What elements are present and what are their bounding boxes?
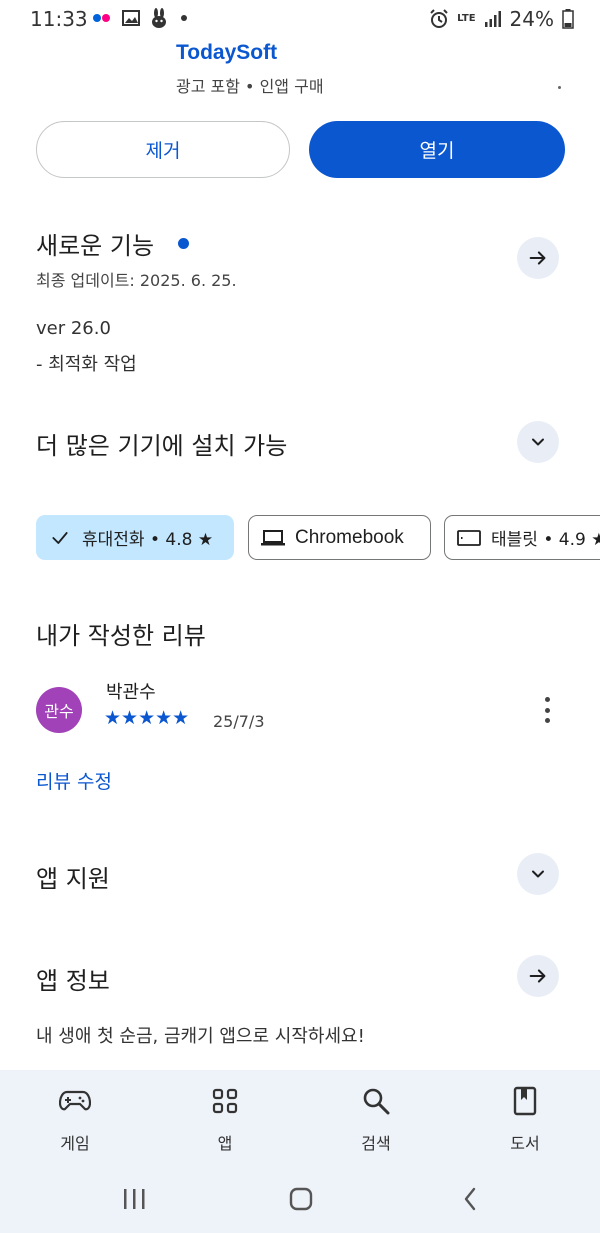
chevron-down-icon	[532, 438, 544, 446]
app-meta: 광고 포함 • 인앱 구매	[176, 77, 324, 96]
battery-icon	[562, 9, 574, 29]
rating-stars: ★★★★★	[104, 707, 190, 729]
back-button	[464, 1187, 476, 1211]
dot-icon	[181, 15, 187, 21]
check-icon	[48, 526, 72, 550]
arrow-right-icon	[529, 969, 546, 983]
edit-review-link[interactable]: 리뷰 수정	[36, 767, 112, 794]
app-info-arrow-button[interactable]	[517, 955, 559, 997]
device-chip-tablet[interactable]: 태블릿 • 4.9 ★	[444, 515, 600, 560]
devices-expand-button[interactable]	[517, 421, 559, 463]
version-text: ver 26.0	[36, 318, 111, 339]
flickr-icon	[93, 14, 110, 22]
my-review-title: 내가 작성한 리뷰	[36, 622, 206, 650]
app-info-title: 앱 정보	[36, 967, 110, 995]
last-updated: 최종 업데이트: 2025. 6. 25.	[36, 271, 237, 290]
device-chip-chromebook[interactable]: Chromebook	[248, 515, 431, 560]
app-name-link[interactable]: TodaySoft	[176, 41, 277, 65]
devices-title: 더 많은 기기에 설치 가능	[36, 432, 288, 460]
nav-item-games[interactable]: 게임	[35, 1084, 115, 1154]
alarm-icon	[430, 9, 448, 28]
battery-percent: 24%	[509, 7, 554, 31]
device-chip-label: Chromebook	[295, 526, 404, 548]
notification-icons	[92, 8, 190, 28]
device-chip-phone[interactable]: 휴대전화 • 4.8 ★	[36, 515, 234, 560]
nav-label-books: 도서	[510, 1134, 540, 1153]
rabbit-icon	[152, 8, 166, 28]
whats-new-arrow-button[interactable]	[517, 237, 559, 279]
arrow-right-icon	[529, 251, 546, 265]
gamepad-icon	[58, 1084, 92, 1118]
decorative-dot	[558, 86, 561, 89]
signal-icon	[484, 11, 501, 27]
tablet-icon	[457, 526, 481, 550]
status-right: LTE 24%	[429, 7, 574, 31]
app-support-expand-button[interactable]	[517, 853, 559, 895]
status-time: 11:33	[30, 7, 88, 31]
chevron-down-icon	[532, 870, 544, 878]
gallery-icon	[122, 10, 140, 26]
device-chip-label: 휴대전화 • 4.8 ★	[82, 530, 214, 550]
whats-new-title: 새로운 기능	[36, 232, 155, 260]
recent-apps-button	[124, 1189, 145, 1209]
version-note: - 최적화 작업	[36, 354, 137, 375]
nav-item-books[interactable]: 도서	[485, 1084, 565, 1154]
app-support-title: 앱 지원	[36, 865, 110, 893]
app-description: 내 생애 첫 순금, 금캐기 앱으로 시작하세요!	[36, 1026, 365, 1047]
book-icon	[508, 1084, 542, 1118]
network-type: LTE	[457, 13, 476, 24]
open-button[interactable]: 열기	[309, 121, 565, 178]
nav-label-search: 검색	[361, 1134, 391, 1153]
bottom-nav: 게임 앱 검색 도서	[0, 1070, 600, 1233]
nav-item-search[interactable]: 검색	[336, 1084, 416, 1154]
more-options-icon[interactable]	[537, 695, 557, 725]
remove-button[interactable]: 제거	[36, 121, 290, 178]
status-bar: 11:33 LTE 24%	[0, 0, 600, 36]
system-nav-bar	[124, 1187, 476, 1211]
nav-label-apps: 앱	[217, 1134, 233, 1153]
laptop-icon	[261, 526, 285, 550]
review-date: 25/7/3	[213, 712, 265, 731]
reviewer-name: 박관수	[106, 682, 156, 703]
nav-item-apps[interactable]: 앱	[185, 1084, 265, 1154]
nav-label-games: 게임	[60, 1134, 90, 1153]
avatar: 관수	[36, 687, 82, 733]
search-icon	[359, 1084, 393, 1118]
home-button	[289, 1187, 313, 1211]
device-chip-label: 태블릿 • 4.9 ★	[491, 530, 600, 550]
apps-grid-icon	[208, 1084, 242, 1118]
new-indicator-dot	[178, 238, 189, 249]
